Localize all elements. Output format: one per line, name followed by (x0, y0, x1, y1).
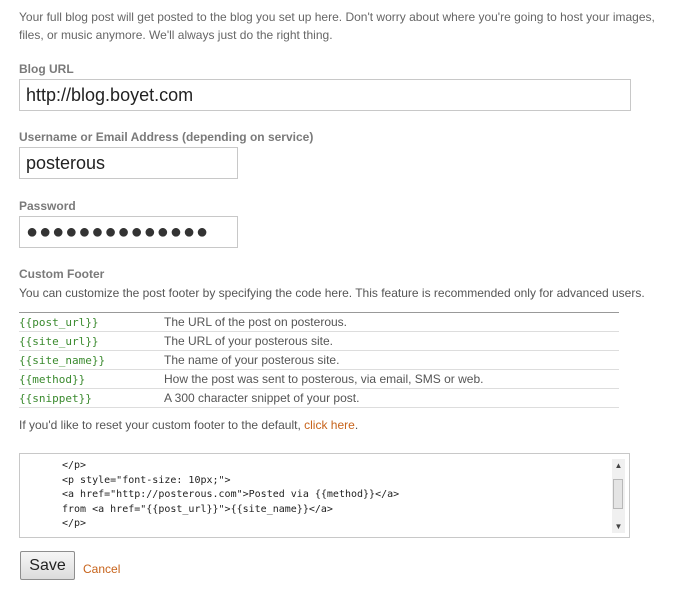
username-input[interactable]: posterous (19, 147, 238, 179)
custom-footer-code[interactable]: </p> <p style="font-size: 10px;"> <a hre… (62, 459, 399, 532)
footer-variables-table: {{post_url}} The URL of the post on post… (19, 312, 619, 408)
reset-footer-text: If you'd like to reset your custom foote… (19, 418, 358, 432)
variable-description: How the post was sent to posterous, via … (164, 369, 619, 389)
save-button[interactable]: Save (20, 551, 75, 580)
scroll-up-icon[interactable]: ▲ (612, 459, 625, 472)
reset-footer-period: . (354, 418, 359, 432)
password-mask: ●●●●●●●●●●●●●● (26, 221, 210, 243)
blog-url-input[interactable]: http://blog.boyet.com (19, 79, 631, 111)
custom-footer-label: Custom Footer (19, 267, 105, 281)
cancel-link[interactable]: Cancel (83, 562, 120, 576)
reset-footer-prompt: If you'd like to reset your custom foote… (19, 418, 301, 432)
reset-footer-link[interactable]: click here (304, 418, 355, 432)
table-row: {{site_name}} The name of your posterous… (19, 350, 619, 370)
scroll-down-icon[interactable]: ▼ (612, 520, 625, 533)
variable-name: {{snippet}} (19, 388, 164, 408)
variable-description: The name of your posterous site. (164, 350, 619, 370)
table-row: {{post_url}} The URL of the post on post… (19, 312, 619, 332)
code-scrollbar[interactable]: ▲ ▼ (612, 459, 625, 533)
username-label: Username or Email Address (depending on … (19, 130, 314, 144)
variable-description: A 300 character snippet of your post. (164, 388, 619, 408)
variable-name: {{post_url}} (19, 312, 164, 332)
variable-name: {{site_url}} (19, 331, 164, 351)
intro-text: Your full blog post will get posted to t… (19, 10, 655, 42)
variable-description: The URL of the post on posterous. (164, 312, 619, 332)
table-row: {{snippet}} A 300 character snippet of y… (19, 388, 619, 408)
password-input[interactable]: ●●●●●●●●●●●●●● (19, 216, 238, 248)
blog-url-label: Blog URL (19, 62, 74, 76)
custom-footer-code-textarea[interactable]: </p> <p style="font-size: 10px;"> <a hre… (19, 453, 630, 538)
table-row: {{method}} How the post was sent to post… (19, 369, 619, 389)
variable-description: The URL of your posterous site. (164, 331, 619, 351)
table-row: {{site_url}} The URL of your posterous s… (19, 331, 619, 351)
password-label: Password (19, 199, 76, 213)
custom-footer-description: You can customize the post footer by spe… (19, 286, 645, 300)
variable-name: {{method}} (19, 369, 164, 389)
scroll-thumb[interactable] (613, 479, 623, 509)
variable-name: {{site_name}} (19, 350, 164, 370)
